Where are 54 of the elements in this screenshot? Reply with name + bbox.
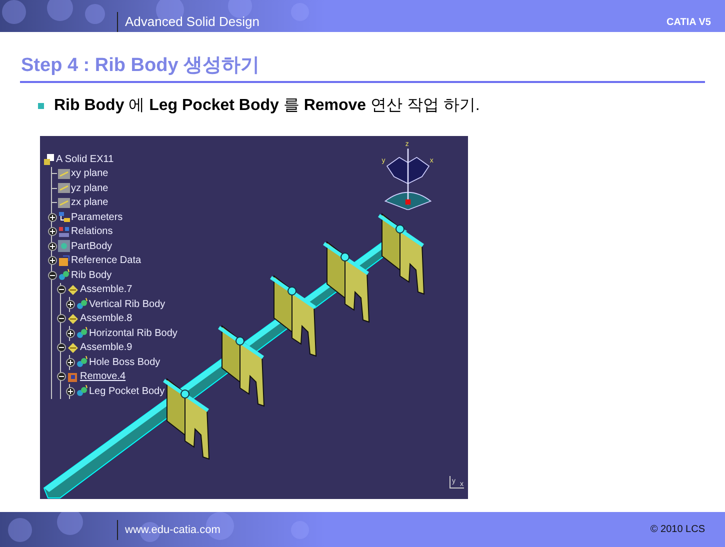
expand-toggle[interactable] [48, 227, 57, 236]
expand-toggle[interactable] [66, 300, 75, 309]
body-icon [76, 356, 88, 368]
collapse-toggle[interactable] [48, 270, 57, 280]
relations-icon [58, 226, 70, 238]
expand-toggle[interactable] [48, 256, 57, 266]
body-icon [76, 327, 88, 340]
tree-item[interactable]: A Solid EX11 [56, 154, 114, 165]
slide-title: Step 4 : Rib Body 생성하기 [20, 52, 705, 83]
tree-item[interactable]: Horizontal Rib Body [89, 328, 178, 339]
body-icon [76, 298, 88, 310]
tree-item[interactable]: Rib Body [71, 270, 112, 281]
expand-toggle[interactable] [48, 212, 57, 222]
assemble-icon [67, 342, 79, 354]
tree-item[interactable]: Parameters [71, 212, 123, 223]
bullet-icon [38, 102, 44, 108]
course-title: Advanced Solid Design [125, 14, 260, 31]
plane-icon [58, 182, 70, 194]
assemble-icon [67, 284, 79, 296]
tree-item[interactable]: Reference Data [71, 255, 142, 266]
reference-icon [58, 254, 70, 267]
tree-item[interactable]: Assemble.9 [80, 342, 132, 354]
collapse-toggle[interactable] [57, 343, 66, 352]
tree-item[interactable]: Remove.4 [80, 371, 126, 382]
plane-icon [58, 196, 70, 209]
tree-item[interactable]: Relations [71, 226, 113, 238]
tree-item[interactable]: PartBody [71, 240, 112, 252]
tree-item[interactable]: Vertical Rib Body [89, 298, 166, 310]
tree-item[interactable]: Assemble.8 [80, 313, 132, 324]
website-link[interactable]: www.edu-catia.com [125, 524, 220, 536]
assemble-icon [67, 312, 79, 325]
body-icon [58, 269, 70, 282]
collapse-toggle[interactable] [57, 285, 66, 294]
parameters-icon [58, 211, 70, 224]
plane-icon [58, 168, 70, 180]
expand-toggle[interactable] [66, 358, 75, 367]
bullet-text: Rib Body 에 Leg Pocket Body 를 Remove 연산 작업 하기. [54, 96, 480, 116]
tree-item[interactable]: Hole Boss Body [89, 356, 160, 368]
body-icon [76, 385, 88, 398]
collapse-toggle[interactable] [57, 372, 66, 382]
copyright-text: © 2010 LCS [650, 524, 705, 535]
tree-item[interactable]: xy plane [71, 168, 108, 180]
tree-item[interactable]: Assemble.7 [80, 284, 132, 296]
partbody-icon [58, 240, 70, 252]
tree-item[interactable]: zx plane [71, 197, 108, 208]
part-icon [43, 153, 55, 166]
expand-toggle[interactable] [66, 386, 75, 396]
tree-item[interactable]: yz plane [71, 182, 108, 194]
expand-toggle[interactable] [66, 328, 75, 338]
expand-toggle[interactable] [48, 242, 57, 251]
remove-icon [67, 370, 79, 383]
collapse-toggle[interactable] [57, 314, 66, 324]
tree-item[interactable]: Leg Pocket Body [89, 386, 165, 397]
product-name: CATIA V5 [666, 17, 711, 30]
